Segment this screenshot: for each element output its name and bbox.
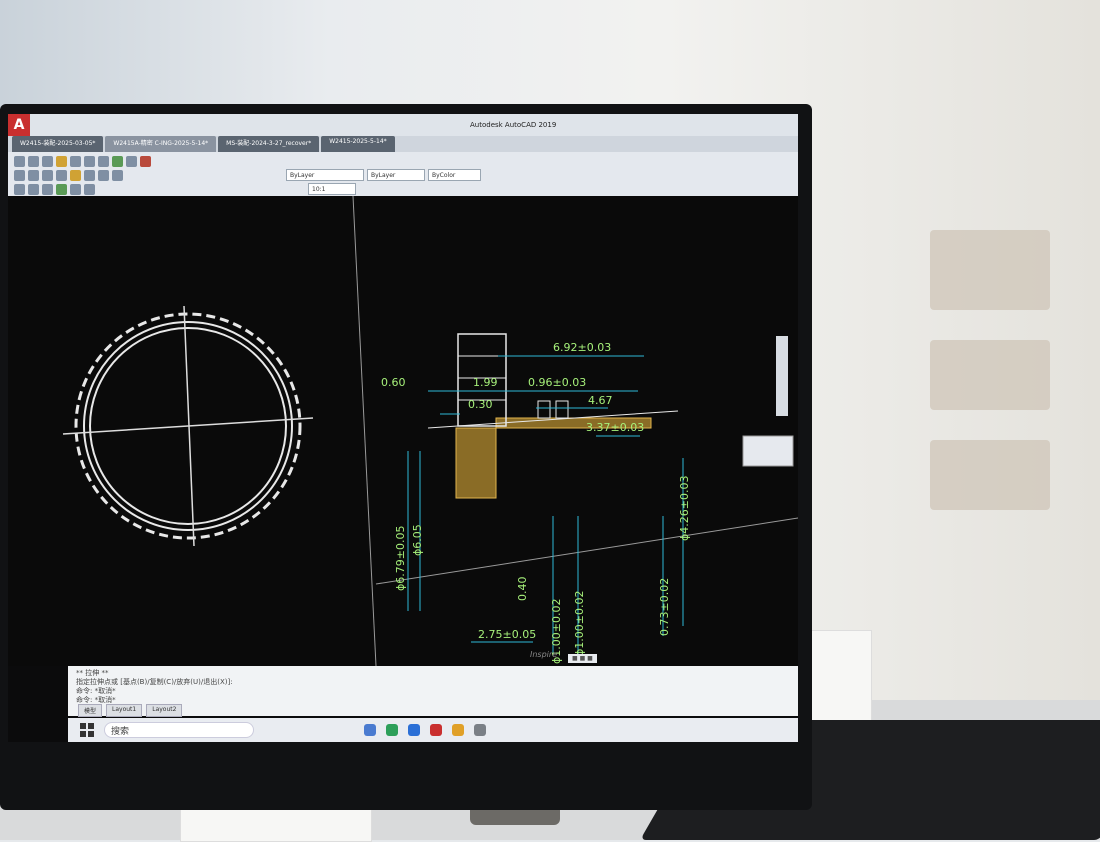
hatch-icon[interactable] xyxy=(70,169,81,181)
doc-tab[interactable]: W2415A-精密 C-ING-2025-5-14* xyxy=(105,136,217,152)
linetype-combo[interactable]: ByLayer xyxy=(367,169,425,181)
app-icon[interactable] xyxy=(386,724,398,736)
polyline-icon[interactable] xyxy=(28,169,39,181)
toolbar-row xyxy=(14,154,151,168)
dimension-label: 0.96±0.03 xyxy=(528,376,586,389)
copy-icon[interactable] xyxy=(98,169,109,181)
dimension-label: ϕ6.05 xyxy=(411,524,424,556)
hatched-body xyxy=(455,427,497,499)
match-icon[interactable] xyxy=(126,155,137,167)
vertical-scrollbar xyxy=(776,336,788,416)
redo-icon[interactable] xyxy=(98,155,109,167)
layout-tab[interactable]: Layout2 xyxy=(146,704,183,717)
dimension-labels: 6.92±0.03 0.60 1.99 0.96±0.03 0.30 4.67 … xyxy=(381,341,691,664)
radius-icon[interactable] xyxy=(42,183,53,195)
windows-start-icon[interactable] xyxy=(80,723,94,737)
dimension-label: ϕ6.79±0.05 xyxy=(394,526,407,591)
app-icon[interactable] xyxy=(474,724,486,736)
dimension-aligned-icon[interactable] xyxy=(28,183,39,195)
dimension-label: 4.67 xyxy=(588,394,613,407)
viewport-border xyxy=(375,517,798,585)
document-tabs: W2415-装配-2025-03-05* W2415A-精密 C-ING-202… xyxy=(8,136,798,152)
doc-tab[interactable]: W2415-2025-5-14* xyxy=(321,136,395,152)
dimension-label: 1.99 xyxy=(473,376,498,389)
toolbar-row: 10:1 xyxy=(14,182,356,196)
screen: A Autodesk AutoCAD 2019 W2415-装配-2025-03… xyxy=(8,114,798,742)
move-icon[interactable] xyxy=(84,169,95,181)
layout-tabs: 模型 Layout1 Layout2 xyxy=(78,704,183,717)
trim-icon[interactable] xyxy=(112,169,123,181)
monitor: A Autodesk AutoCAD 2019 W2415-装配-2025-03… xyxy=(0,104,812,810)
mirror-icon[interactable] xyxy=(70,183,81,195)
command-history-line: 指定拉伸点或 [基点(B)/复制(C)/放弃(U)/退出(X)]: xyxy=(76,678,233,686)
dimension-label: 6.92±0.03 xyxy=(553,341,611,354)
folder-icon[interactable] xyxy=(56,155,67,167)
dimension-label: 2.75±0.05 xyxy=(478,628,536,641)
color-combo[interactable]: ByColor xyxy=(428,169,481,181)
command-history-line: 命令: *取消* xyxy=(76,696,116,704)
undo-icon[interactable] xyxy=(84,155,95,167)
background-shelf xyxy=(930,440,1050,510)
taskbar-search[interactable]: 搜索 xyxy=(104,722,254,738)
line-icon[interactable] xyxy=(14,169,25,181)
autocad-taskbar-icon[interactable] xyxy=(430,724,442,736)
layer-combo[interactable]: ByLayer xyxy=(286,169,364,181)
cad-drawing: 6.92±0.03 0.60 1.99 0.96±0.03 0.30 4.67 … xyxy=(62,195,798,667)
layout-tab[interactable]: 模型 xyxy=(78,704,103,717)
wechat-work-icon[interactable] xyxy=(408,724,420,736)
dimension-label: 0.60 xyxy=(381,376,406,389)
ribbon-toolbar: ByLayer ByLayer ByColor 10:1 xyxy=(8,152,798,196)
taskbar-apps xyxy=(364,724,486,736)
windows-taskbar: 搜索 xyxy=(68,718,798,742)
block-icon[interactable] xyxy=(56,183,67,195)
doc-tab[interactable]: MS-装配-2024-3-27_recover* xyxy=(218,136,320,152)
doc-tab[interactable]: W2415-装配-2025-03-05* xyxy=(12,136,104,152)
dimension-label: 0.73±0.02 xyxy=(658,578,671,636)
circle-icon[interactable] xyxy=(42,169,53,181)
window-title: Autodesk AutoCAD 2019 xyxy=(470,121,557,129)
groove xyxy=(555,400,569,419)
knurled-ring-view xyxy=(62,305,314,547)
edge-icon[interactable] xyxy=(364,724,376,736)
offset-icon[interactable] xyxy=(84,183,95,195)
save-icon[interactable] xyxy=(42,155,53,167)
title-bar: A Autodesk AutoCAD 2019 xyxy=(8,114,798,136)
groove xyxy=(537,400,551,419)
crown-section-view xyxy=(427,333,679,499)
command-history-line: 命令: *取消* xyxy=(76,687,116,695)
new-file-icon[interactable] xyxy=(14,155,25,167)
arc-icon[interactable] xyxy=(56,169,67,181)
monitor-brand-logo: Inspire xyxy=(530,650,558,659)
command-history-line: ** 拉伸 ** xyxy=(76,669,109,677)
toolbar-row: ByLayer ByLayer ByColor xyxy=(14,168,481,182)
dimension-label: ϕ4.26±0.03 xyxy=(678,476,691,541)
status-readout: ■ ■ ■ xyxy=(568,654,597,663)
layout-tab[interactable]: Layout1 xyxy=(106,704,143,717)
notification-popup xyxy=(742,435,794,467)
explorer-icon[interactable] xyxy=(452,724,464,736)
drawing-canvas[interactable]: 6.92±0.03 0.60 1.99 0.96±0.03 0.30 4.67 … xyxy=(8,195,798,667)
viewport-border xyxy=(352,195,377,667)
print-icon[interactable] xyxy=(70,155,81,167)
scale-combo[interactable]: 10:1 xyxy=(308,183,356,195)
text-icon[interactable] xyxy=(140,155,151,167)
center-line-h xyxy=(62,417,314,435)
dimension-label: ϕ1.00±0.02 xyxy=(573,591,586,656)
background-shelf xyxy=(930,340,1050,410)
layer-icon[interactable] xyxy=(112,155,123,167)
dimension-label: 0.40 xyxy=(516,577,529,602)
dimension-label: 0.30 xyxy=(468,398,493,411)
background-shelf xyxy=(930,230,1050,310)
open-file-icon[interactable] xyxy=(28,155,39,167)
dimension-label: 3.37±0.03 xyxy=(586,421,644,434)
dimension-icon[interactable] xyxy=(14,183,25,195)
autocad-logo-icon[interactable]: A xyxy=(8,114,30,136)
